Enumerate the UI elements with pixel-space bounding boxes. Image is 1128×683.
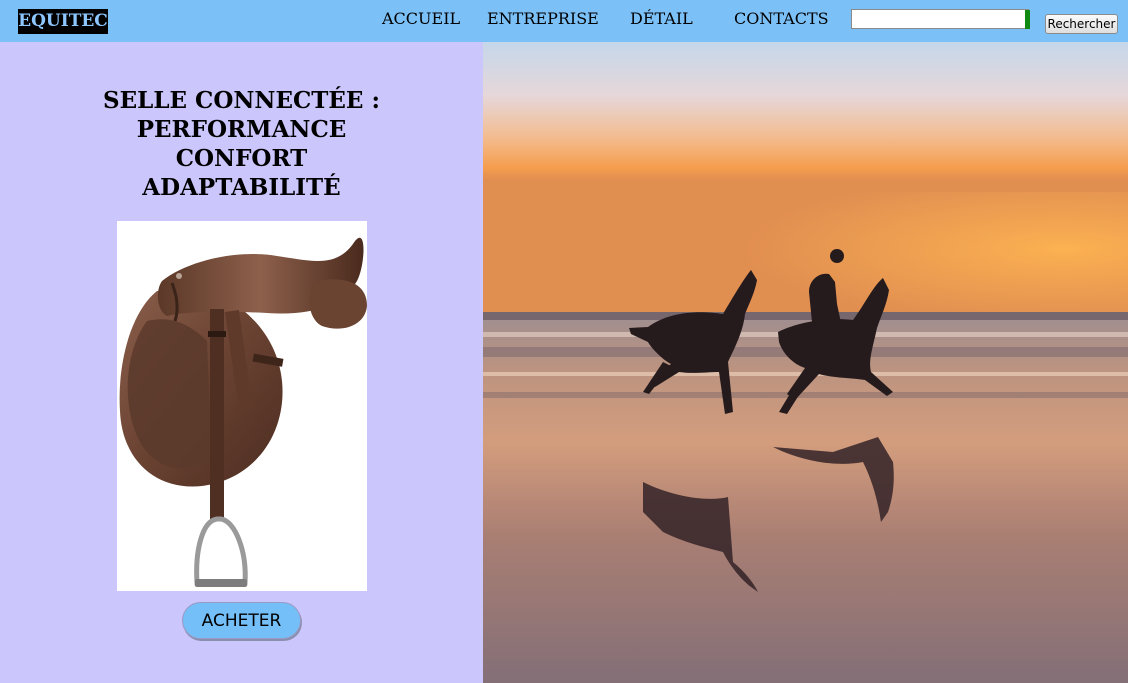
saddle-image xyxy=(117,221,367,591)
nav-link-contacts[interactable]: CONTACTS xyxy=(734,9,829,28)
saddle-illustration xyxy=(119,237,367,587)
headline-line: PERFORMANCE xyxy=(136,116,347,143)
search-input-indicator xyxy=(1025,10,1030,29)
headline-line: CONFORT xyxy=(175,145,308,172)
nav-link-accueil[interactable]: ACCUEIL xyxy=(382,9,460,28)
nav-link-detail[interactable]: DÉTAIL xyxy=(630,9,693,28)
product-headline: SELLE CONNECTÉE : PERFORMANCE CONFORT AD… xyxy=(0,86,483,202)
nav-link-entreprise[interactable]: ENTREPRISE xyxy=(487,9,599,28)
search-input[interactable] xyxy=(851,9,1029,29)
top-navigation-bar: EQUITEC ACCUEIL ENTREPRISE DÉTAIL CONTAC… xyxy=(0,0,1128,42)
horses-beach-sunset-photo xyxy=(483,42,1128,683)
headline-line: SELLE CONNECTÉE : xyxy=(103,87,380,114)
search-button[interactable]: Rechercher xyxy=(1045,14,1118,34)
site-logo[interactable]: EQUITEC xyxy=(18,9,108,34)
buy-button[interactable]: ACHETER xyxy=(182,602,301,639)
headline-line: ADAPTABILITÉ xyxy=(142,174,341,201)
hero-image xyxy=(483,42,1128,683)
